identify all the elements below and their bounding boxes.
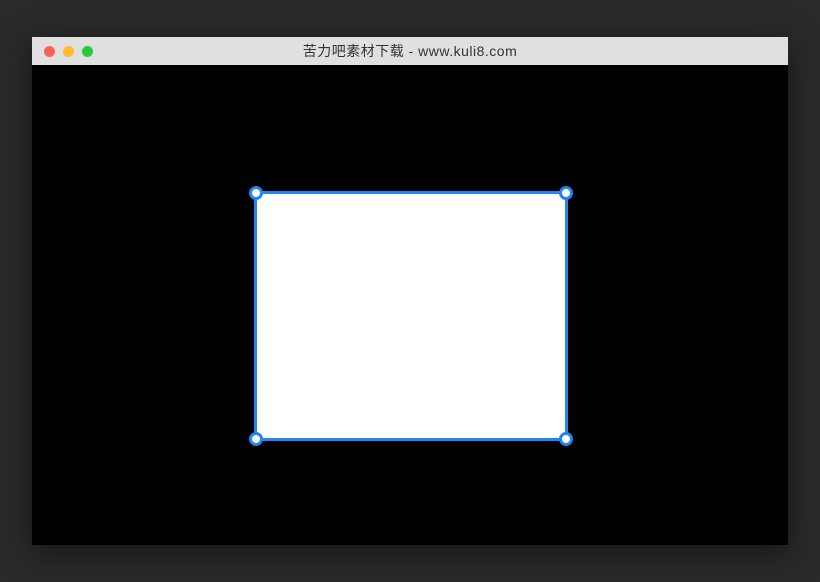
canvas-area[interactable] <box>32 65 788 545</box>
selection-box[interactable] <box>254 191 568 441</box>
resize-handle-top-left[interactable] <box>249 186 263 200</box>
minimize-icon[interactable] <box>63 46 74 57</box>
maximize-icon[interactable] <box>82 46 93 57</box>
resize-handle-top-right[interactable] <box>559 186 573 200</box>
window-title: 苦力吧素材下载 - www.kuli8.com <box>32 41 788 61</box>
titlebar: 苦力吧素材下载 - www.kuli8.com <box>32 37 788 65</box>
traffic-lights <box>32 46 93 57</box>
app-window: 苦力吧素材下载 - www.kuli8.com <box>32 37 788 545</box>
resize-handle-bottom-right[interactable] <box>559 432 573 446</box>
close-icon[interactable] <box>44 46 55 57</box>
resize-handle-bottom-left[interactable] <box>249 432 263 446</box>
